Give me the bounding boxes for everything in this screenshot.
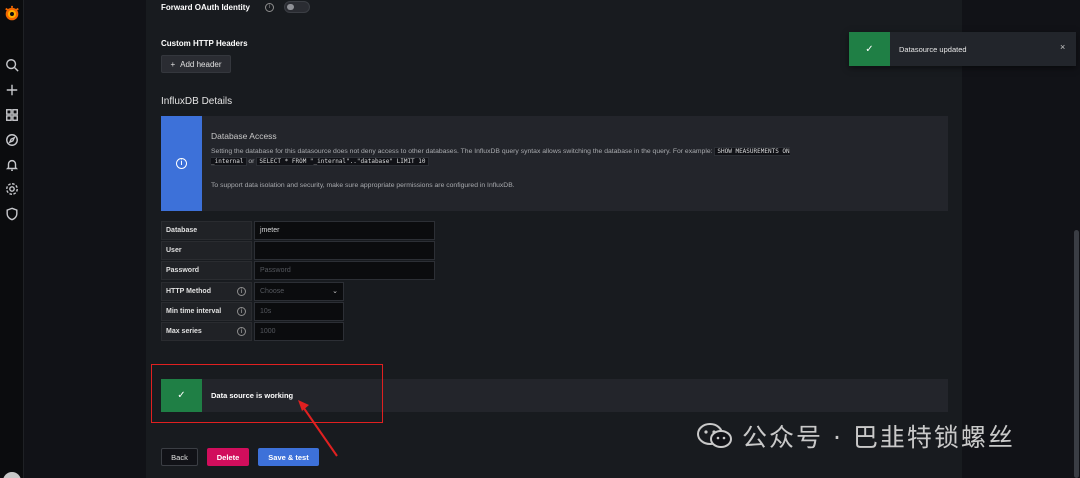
info-icon[interactable]: i xyxy=(265,2,274,12)
toast-message: Datasource updated xyxy=(899,45,967,54)
forward-oauth-label: Forward OAuth Identity xyxy=(161,2,250,12)
alert-text-security: To support data isolation and security, … xyxy=(211,182,515,189)
user-label-text: User xyxy=(166,247,182,254)
sidebar xyxy=(0,0,24,478)
explore-icon[interactable] xyxy=(4,132,20,148)
configuration-icon[interactable] xyxy=(4,181,20,197)
annotation-highlight-box xyxy=(151,364,383,423)
http-method-label: HTTP Method i xyxy=(161,282,252,301)
user-avatar[interactable] xyxy=(3,472,21,478)
http-method-select[interactable]: Choose ⌄ xyxy=(254,282,344,301)
plus-icon[interactable] xyxy=(4,82,20,98)
watermark: 公众号 · 巴韭特锁螺丝 xyxy=(696,418,1015,454)
min-interval-input[interactable]: 10s xyxy=(254,302,344,321)
info-icon[interactable]: i xyxy=(237,327,246,336)
chevron-down-icon: ⌄ xyxy=(332,288,338,295)
alert-icon-bar: i xyxy=(161,116,202,211)
http-method-label-text: HTTP Method xyxy=(166,288,211,295)
custom-headers-title: Custom HTTP Headers xyxy=(161,39,248,48)
search-icon[interactable] xyxy=(4,57,20,73)
check-icon: ✓ xyxy=(849,32,890,66)
shield-icon[interactable] xyxy=(4,206,20,222)
info-circle-icon: i xyxy=(176,158,187,169)
alert-code-2: SELECT * FROM "_internal".."database" LI… xyxy=(256,157,429,166)
wechat-icon xyxy=(697,423,732,448)
add-header-button[interactable]: + Add header xyxy=(161,55,231,73)
delete-button[interactable]: Delete xyxy=(207,448,249,466)
forward-oauth-row: Forward OAuth Identity i xyxy=(161,0,310,14)
max-series-label-text: Max series xyxy=(166,328,202,335)
alerting-icon[interactable] xyxy=(4,157,20,173)
watermark-text: 公众号 · 巴韭特锁螺丝 xyxy=(742,423,1015,452)
user-input[interactable] xyxy=(254,241,435,260)
max-series-label: Max series i xyxy=(161,322,252,341)
password-input[interactable]: Password xyxy=(254,261,435,280)
forward-oauth-toggle[interactable] xyxy=(284,1,310,13)
database-input[interactable]: jmeter xyxy=(254,221,435,240)
close-icon[interactable]: × xyxy=(1060,42,1065,52)
min-interval-label-text: Min time interval xyxy=(166,308,222,315)
grafana-logo-icon[interactable] xyxy=(3,5,21,23)
plus-icon: + xyxy=(170,59,176,69)
database-access-alert: i Database Access Setting the database f… xyxy=(161,116,948,211)
alert-title: Database Access xyxy=(211,131,277,141)
password-label: Password xyxy=(161,261,252,280)
alert-text-prefix: Setting the database for this datasource… xyxy=(211,148,713,155)
back-button[interactable]: Back xyxy=(161,448,198,466)
password-label-text: Password xyxy=(166,267,200,274)
scrollbar[interactable] xyxy=(1074,230,1079,478)
save-test-button[interactable]: Save & test xyxy=(258,448,319,466)
alert-text: Setting the database for this datasource… xyxy=(211,147,811,167)
min-interval-label: Min time interval i xyxy=(161,302,252,321)
add-header-label: Add header xyxy=(180,59,222,69)
dashboards-icon[interactable] xyxy=(4,107,20,123)
database-label: Database xyxy=(161,221,252,240)
info-icon[interactable]: i xyxy=(237,307,246,316)
influxdb-details-title: InfluxDB Details xyxy=(161,96,233,107)
toast-notification: ✓ Datasource updated × xyxy=(849,32,1076,66)
alert-or: or xyxy=(248,158,255,165)
database-label-text: Database xyxy=(166,227,198,234)
info-icon[interactable]: i xyxy=(237,287,246,296)
user-label: User xyxy=(161,241,252,260)
max-series-input[interactable]: 1000 xyxy=(254,322,344,341)
http-method-placeholder: Choose xyxy=(260,288,285,295)
